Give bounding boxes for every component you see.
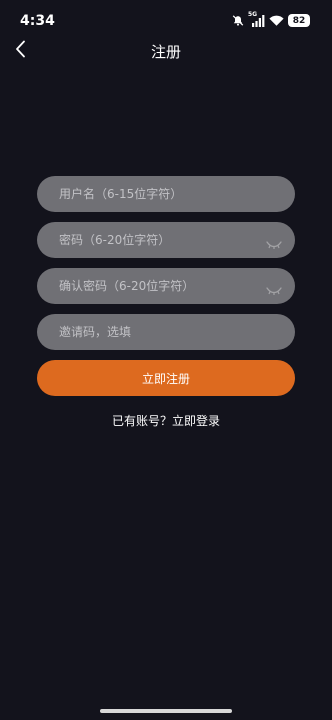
password-input[interactable]	[37, 222, 295, 258]
wifi-icon	[269, 15, 284, 26]
status-time: 4:34	[20, 13, 55, 29]
eye-closed-icon[interactable]	[266, 235, 282, 249]
password-field-container	[37, 222, 295, 258]
signal-icon: 5G	[248, 11, 265, 27]
home-indicator[interactable]	[100, 709, 232, 713]
status-icons: 5G 82	[232, 11, 310, 27]
confirm-password-field-container	[37, 268, 295, 304]
page-title: 注册	[150, 43, 181, 61]
confirm-password-input[interactable]	[37, 268, 295, 304]
mute-icon	[232, 15, 244, 26]
battery-icon: 82	[288, 14, 310, 27]
login-link[interactable]: 已有账号？立即登录	[37, 412, 295, 429]
register-button[interactable]: 立即注册	[37, 360, 295, 396]
eye-closed-icon[interactable]	[266, 281, 282, 295]
invite-code-input[interactable]	[37, 314, 295, 350]
register-form: 立即注册 已有账号？立即登录	[37, 176, 295, 429]
nav-bar: 注册	[0, 36, 332, 66]
invite-code-field-container	[37, 314, 295, 350]
username-field-container	[37, 176, 295, 212]
username-input[interactable]	[37, 176, 295, 212]
status-bar: 4:34 5G 82	[0, 0, 332, 40]
